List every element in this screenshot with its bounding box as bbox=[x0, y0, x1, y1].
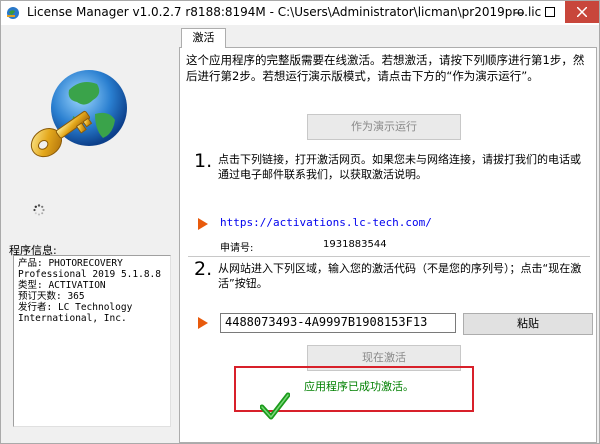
window-title: License Manager v1.0.2.7 r8188:8194M - C… bbox=[27, 5, 542, 19]
arrow-right-icon bbox=[198, 317, 208, 329]
activation-link[interactable]: https://activations.lc-tech.com/ bbox=[220, 216, 432, 229]
loading-spinner-icon bbox=[33, 204, 45, 216]
minimize-icon bbox=[514, 12, 524, 14]
request-number-label: 申请号: bbox=[220, 243, 254, 254]
run-as-demo-button[interactable]: 作为演示运行 bbox=[307, 114, 461, 140]
close-button[interactable] bbox=[565, 1, 599, 23]
activation-panel: 这个应用程序的完整版需要在线激活。若想激活，请按下列顺序进行第1步，然后进行第2… bbox=[179, 47, 597, 443]
intro-text: 这个应用程序的完整版需要在线激活。若想激活，请按下列顺序进行第1步，然后进行第2… bbox=[186, 53, 585, 83]
step1-number: 1. bbox=[194, 150, 213, 172]
step1-instructions: 点击下列链接，打开激活网页。如果您未与网络连接，请拔打我们的电话或通过电子邮件联… bbox=[218, 153, 581, 181]
license-manager-window: License Manager v1.0.2.7 r8188:8194M - C… bbox=[0, 0, 600, 444]
arrow-right-icon bbox=[198, 218, 208, 230]
step2-number: 2. bbox=[194, 258, 213, 280]
tab-activation[interactable]: 激活 bbox=[181, 28, 226, 48]
maximize-button[interactable] bbox=[535, 1, 565, 23]
divider bbox=[188, 256, 590, 258]
activation-code-input[interactable]: 4488073493-4A9997B1908153F13 bbox=[220, 313, 456, 333]
globe-key-icon bbox=[30, 70, 127, 158]
paste-button[interactable]: 粘贴 bbox=[463, 313, 593, 335]
maximize-icon bbox=[545, 7, 555, 17]
title-bar[interactable]: License Manager v1.0.2.7 r8188:8194M - C… bbox=[1, 1, 599, 25]
app-icon bbox=[7, 7, 19, 19]
program-info-box[interactable]: 产品: PHOTORECOVERY Professional 2019 5.1.… bbox=[13, 255, 171, 427]
checkmark-icon bbox=[260, 392, 290, 420]
close-icon bbox=[577, 7, 587, 17]
request-number-value: 1931883544 bbox=[323, 239, 387, 250]
activation-status-message: 应用程序已成功激活。 bbox=[304, 380, 414, 393]
minimize-button[interactable] bbox=[504, 1, 534, 23]
step2-instructions: 从网站进入下列区域，输入您的激活代码（不是您的序列号）；点击“现在激活”按钮。 bbox=[218, 262, 582, 290]
